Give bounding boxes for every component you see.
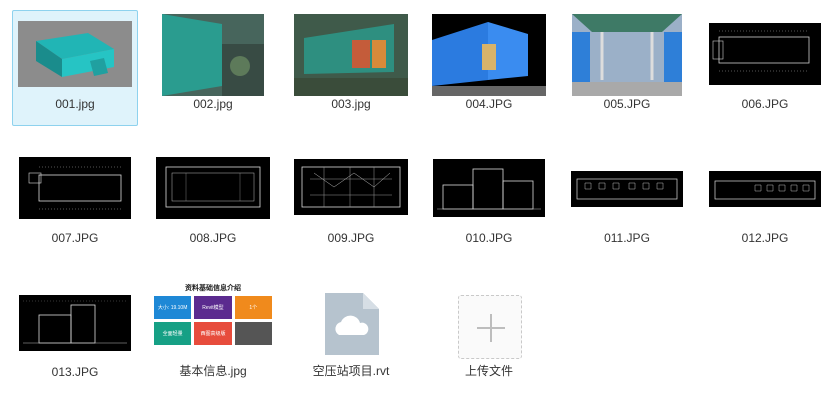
file-name: 009.JPG bbox=[327, 231, 375, 245]
upload-tile[interactable]: 上传文件 bbox=[426, 278, 552, 394]
upload-button[interactable] bbox=[458, 295, 522, 359]
file-tile-006[interactable]: 006.JPG bbox=[702, 10, 828, 126]
file-name: 010.JPG bbox=[465, 231, 513, 245]
file-name: 基本信息.jpg bbox=[179, 364, 247, 378]
thumbnail-image bbox=[18, 21, 132, 87]
thumbnail-image bbox=[19, 157, 131, 219]
file-name: 空压站项目.rvt bbox=[312, 364, 390, 378]
file-tile-rvt[interactable]: 空压站项目.rvt bbox=[288, 278, 414, 394]
thumbnail-image bbox=[294, 14, 408, 96]
info-card-title: 资料基础信息介绍 bbox=[185, 285, 241, 292]
thumbnail-image bbox=[432, 14, 546, 96]
thumbnail-image bbox=[162, 14, 264, 96]
file-name: 013.JPG bbox=[51, 365, 99, 379]
file-name: 002.jpg bbox=[193, 97, 233, 111]
file-tile-008[interactable]: 008.JPG bbox=[150, 144, 276, 260]
thumbnail-image bbox=[571, 171, 683, 207]
thumbnail-image: 资料基础信息介绍 大小: 19.10M Revit模型 1个 全面轻量 西图高级… bbox=[150, 281, 276, 365]
thumbnail-image bbox=[709, 23, 821, 85]
document-file-icon bbox=[325, 293, 379, 355]
file-tile-007[interactable]: 007.JPG bbox=[12, 144, 138, 260]
file-name: 003.jpg bbox=[331, 97, 371, 111]
file-tile-011[interactable]: 011.JPG bbox=[564, 144, 690, 260]
file-grid: 001.jpg 002.jpg 003.jpg 004.JPG 005.JPG … bbox=[0, 0, 840, 414]
file-tile-002[interactable]: 002.jpg bbox=[150, 10, 276, 126]
file-tile-004[interactable]: 004.JPG bbox=[426, 10, 552, 126]
info-card-cell: 大小: 19.10M bbox=[154, 296, 192, 319]
file-name: 005.JPG bbox=[603, 97, 651, 111]
file-tile-012[interactable]: 012.JPG bbox=[702, 144, 828, 260]
file-name: 001.jpg bbox=[55, 97, 95, 111]
info-card-cell: Revit模型 bbox=[194, 296, 232, 319]
thumbnail-image bbox=[572, 14, 682, 96]
thumbnail-image bbox=[709, 171, 821, 207]
thumbnail-image bbox=[156, 157, 270, 219]
file-name: 011.JPG bbox=[604, 231, 650, 245]
file-tile-009[interactable]: 009.JPG bbox=[288, 144, 414, 260]
info-card-cell: 西图高级版 bbox=[194, 322, 232, 345]
file-tile-001[interactable]: 001.jpg bbox=[12, 10, 138, 126]
info-card-cell: 1个 bbox=[234, 296, 272, 319]
file-tile-013[interactable]: 013.JPG bbox=[12, 278, 138, 394]
info-card-cell: 全面轻量 bbox=[154, 322, 192, 345]
file-tile-info[interactable]: 资料基础信息介绍 大小: 19.10M Revit模型 1个 全面轻量 西图高级… bbox=[150, 278, 276, 394]
plus-icon bbox=[490, 314, 492, 342]
file-name: 004.JPG bbox=[465, 97, 513, 111]
thumbnail-image bbox=[294, 159, 408, 215]
file-name: 012.JPG bbox=[741, 231, 789, 245]
thumbnail-image bbox=[433, 159, 545, 217]
file-name: 008.JPG bbox=[189, 231, 237, 245]
file-name: 007.JPG bbox=[51, 231, 99, 245]
file-tile-003[interactable]: 003.jpg bbox=[288, 10, 414, 126]
file-tile-005[interactable]: 005.JPG bbox=[564, 10, 690, 126]
thumbnail-image bbox=[19, 295, 131, 351]
file-name: 006.JPG bbox=[741, 97, 789, 111]
upload-label: 上传文件 bbox=[464, 364, 513, 378]
info-card-cell bbox=[234, 322, 272, 345]
file-tile-010[interactable]: 010.JPG bbox=[426, 144, 552, 260]
